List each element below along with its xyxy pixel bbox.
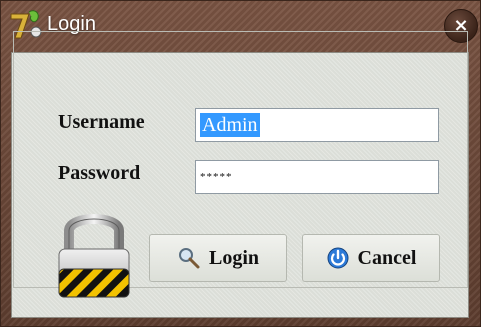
power-icon [327, 247, 349, 269]
username-value: Admin [200, 113, 260, 137]
magnifier-key-icon [178, 248, 200, 269]
login-button-label: Login [208, 246, 260, 269]
padlock-icon [58, 214, 130, 298]
cancel-button[interactable]: Cancel [302, 234, 440, 282]
password-field[interactable]: ***** [195, 160, 439, 194]
password-value: ***** [200, 171, 233, 183]
username-field[interactable]: Admin [195, 108, 439, 142]
cancel-button-label: Cancel [357, 246, 417, 269]
login-button[interactable]: Login [149, 234, 287, 282]
password-label: Password [58, 162, 141, 184]
username-label: Username [58, 111, 145, 133]
login-window: Login × Username Admin Password ***** Lo… [0, 0, 481, 327]
